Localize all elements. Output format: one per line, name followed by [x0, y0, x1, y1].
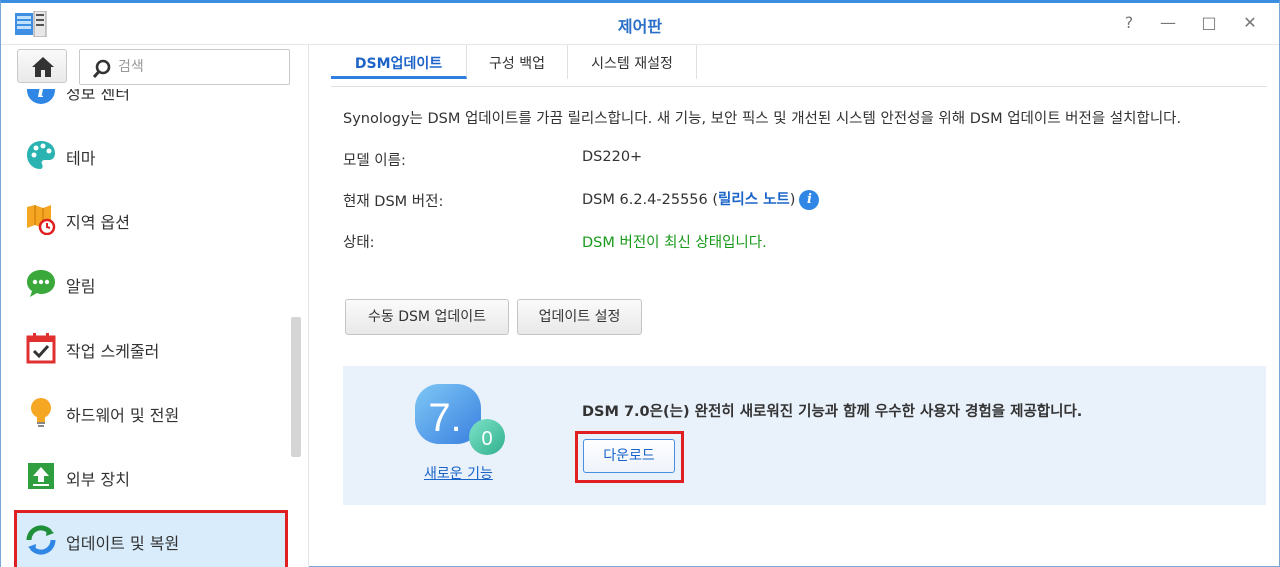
sidebar-item-label: 테마 [66, 149, 96, 168]
task-scheduler-icon [26, 333, 56, 364]
update-restore-icon [26, 525, 56, 555]
tab-config-backup[interactable]: 구성 백업 [467, 45, 568, 79]
release-notes-link[interactable]: 릴리스 노트 [718, 192, 790, 208]
dsm7-logo-minor: 0 [481, 428, 492, 450]
update-settings-button[interactable]: 업데이트 설정 [517, 299, 642, 335]
regional-clock-icon [27, 205, 56, 235]
tab-system-reset[interactable]: 시스템 재설정 [568, 45, 697, 79]
search-box[interactable] [79, 49, 290, 85]
promo-text: DSM 7.0은(는) 완전히 새로워진 기능과 함께 우수한 사용자 경험을 … [582, 404, 1083, 420]
sidebar-item-hardware-power[interactable]: 하드웨어 및 전원 [15, 383, 287, 441]
dsm7-logo-icon: 7. 0 [415, 384, 505, 455]
lightbulb-icon [31, 398, 51, 427]
sidebar-item-label: 지역 옵션 [66, 213, 130, 232]
maximize-button[interactable]: □ [1197, 13, 1221, 33]
close-button[interactable]: ✕ [1238, 13, 1262, 33]
sidebar-item-task-scheduler[interactable]: 작업 스케줄러 [15, 319, 287, 377]
dsm7-promo-banner: 7. 0 새로운 기능 DSM 7.0은(는) 완전히 새로워진 기능과 함께 … [343, 366, 1266, 505]
sidebar-item-regional-options[interactable]: 지역 옵션 [15, 190, 287, 248]
home-icon [32, 57, 54, 77]
version-close: ) [789, 192, 796, 208]
title-bar: 제어판 ? — □ ✕ [1, 3, 1279, 45]
minimize-button[interactable]: — [1156, 13, 1180, 33]
search-icon [92, 59, 111, 79]
info-icon[interactable]: i [799, 190, 820, 210]
search-input[interactable] [118, 57, 278, 77]
sidebar-scrollbar[interactable] [291, 317, 301, 457]
sidebar-item-notification[interactable]: 알림 [15, 254, 287, 312]
sidebar-item-label: 알림 [66, 277, 96, 296]
intro-text: Synology는 DSM 업데이트를 가끔 릴리스합니다. 새 기능, 보안 … [343, 111, 1182, 127]
home-button[interactable] [17, 49, 67, 83]
tab-dsm-update[interactable]: DSM업데이트 [331, 45, 467, 79]
dsm7-logo-major: 7. [428, 396, 461, 440]
sidebar-item-label: 하드웨어 및 전원 [66, 406, 180, 425]
sidebar: i 정보 센터 테마 지역 옵션 알림 작업 스케줄러 [1, 45, 309, 567]
status-value: DSM 버전이 최신 상태입니다. [582, 235, 767, 251]
manual-update-button[interactable]: 수동 DSM 업데이트 [345, 299, 509, 335]
model-label: 모델 이름: [343, 153, 406, 169]
sidebar-item-update-restore[interactable]: 업데이트 및 복원 [14, 510, 288, 567]
download-button[interactable]: 다운로드 [583, 439, 675, 473]
new-features-link[interactable]: 새로운 기능 [424, 463, 493, 483]
sidebar-item-label: 작업 스케줄러 [66, 342, 160, 361]
sidebar-item-label: 외부 장치 [66, 470, 130, 489]
external-device-icon [28, 463, 54, 489]
help-button[interactable]: ? [1117, 13, 1141, 33]
version-row: DSM 6.2.4-25556 (릴리스 노트) i [582, 188, 820, 210]
sidebar-item-external-devices[interactable]: 외부 장치 [15, 447, 287, 505]
palette-icon [27, 141, 55, 169]
status-label: 상태: [343, 235, 375, 251]
window-title: 제어판 [617, 17, 663, 36]
version-value: DSM 6.2.4-25556 ( [582, 192, 719, 208]
model-value: DS220+ [582, 149, 643, 165]
sidebar-item-label: 업데이트 및 복원 [66, 534, 180, 553]
notification-chat-icon [27, 270, 55, 297]
sidebar-item-theme[interactable]: 테마 [15, 126, 287, 184]
version-label: 현재 DSM 버전: [343, 194, 444, 210]
control-panel-window: 제어판 ? — □ ✕ i 정보 센터 테마 지역 옵션 [0, 0, 1280, 567]
tab-bar: DSM업데이트 구성 백업 시스템 재설정 [331, 45, 1267, 87]
